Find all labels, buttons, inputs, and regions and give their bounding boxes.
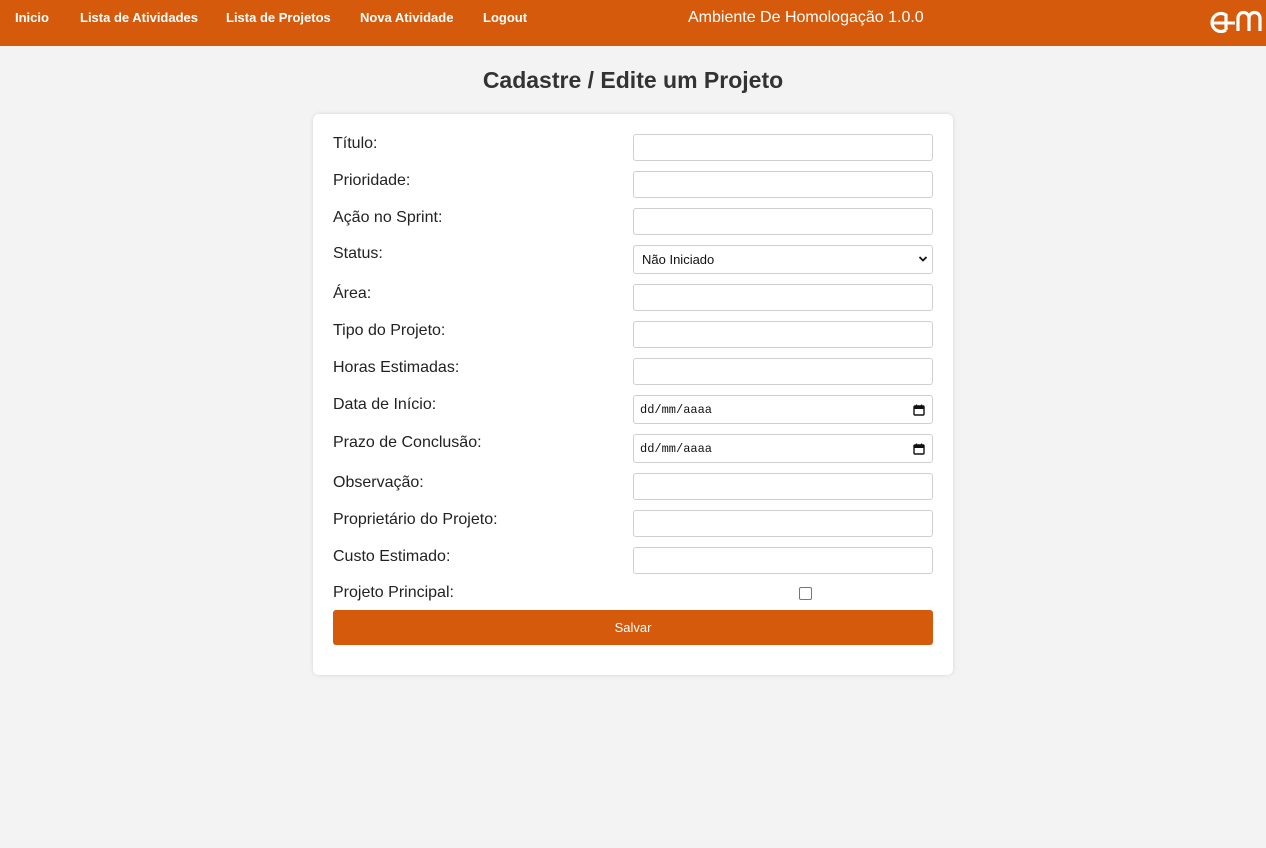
data-inicio-label: Data de Início: xyxy=(333,396,437,413)
titulo-label: Título: xyxy=(333,135,378,152)
project-form: Título: Prioridade: Ação no Sprint: Stat… xyxy=(313,114,953,675)
acao-sprint-input[interactable] xyxy=(633,208,933,235)
nav-link-lista-atividades[interactable]: Lista de Atividades xyxy=(80,10,198,26)
proprietario-input[interactable] xyxy=(633,510,933,537)
custo-estimado-label: Custo Estimado: xyxy=(333,548,451,565)
projeto-principal-label: Projeto Principal: xyxy=(333,584,454,601)
status-select[interactable]: Não Iniciado xyxy=(633,245,933,274)
save-button[interactable]: Salvar xyxy=(333,610,933,645)
tipo-projeto-label: Tipo do Projeto: xyxy=(333,322,446,339)
prioridade-label: Prioridade: xyxy=(333,172,411,189)
calendar-icon[interactable] xyxy=(913,404,925,416)
page-title: Cadastre / Edite um Projeto xyxy=(482,67,784,93)
tipo-projeto-input[interactable] xyxy=(633,321,933,348)
prazo-conclusao-label: Prazo de Conclusão: xyxy=(333,434,482,451)
data-inicio-placeholder: dd/mm/aaaa xyxy=(640,402,713,417)
nav-link-logout[interactable]: Logout xyxy=(483,10,527,26)
horas-estimadas-input[interactable] xyxy=(633,358,933,385)
nav-link-inicio[interactable]: Inicio xyxy=(15,10,49,26)
observacao-label: Observação: xyxy=(333,474,424,491)
data-inicio-date-input[interactable]: dd/mm/aaaa xyxy=(633,395,933,424)
nav-link-lista-projetos[interactable]: Lista de Projetos xyxy=(226,10,331,26)
top-navbar: Inicio Lista de Atividades Lista de Proj… xyxy=(0,0,1266,46)
am-logo-icon xyxy=(1210,10,1262,33)
prazo-conclusao-date-input[interactable]: dd/mm/aaaa xyxy=(633,434,933,463)
calendar-icon[interactable] xyxy=(913,443,925,455)
area-input[interactable] xyxy=(633,284,933,311)
area-label: Área: xyxy=(333,285,372,302)
horas-estimadas-label: Horas Estimadas: xyxy=(333,359,460,376)
projeto-principal-checkbox[interactable] xyxy=(799,587,812,600)
status-label: Status: xyxy=(333,245,383,262)
observacao-input[interactable] xyxy=(633,473,933,500)
status-selected-value: Não Iniciado xyxy=(642,252,715,267)
acao-sprint-label: Ação no Sprint: xyxy=(333,209,443,226)
prazo-conclusao-placeholder: dd/mm/aaaa xyxy=(640,441,713,456)
environment-title: Ambiente De Homologação 1.0.0 xyxy=(688,9,924,26)
proprietario-label: Proprietário do Projeto: xyxy=(333,511,498,528)
nav-link-nova-atividade[interactable]: Nova Atividade xyxy=(360,10,453,26)
prioridade-input[interactable] xyxy=(633,171,933,198)
chevron-down-icon xyxy=(918,256,928,262)
custo-estimado-input[interactable] xyxy=(633,547,933,574)
titulo-input[interactable] xyxy=(633,134,933,161)
